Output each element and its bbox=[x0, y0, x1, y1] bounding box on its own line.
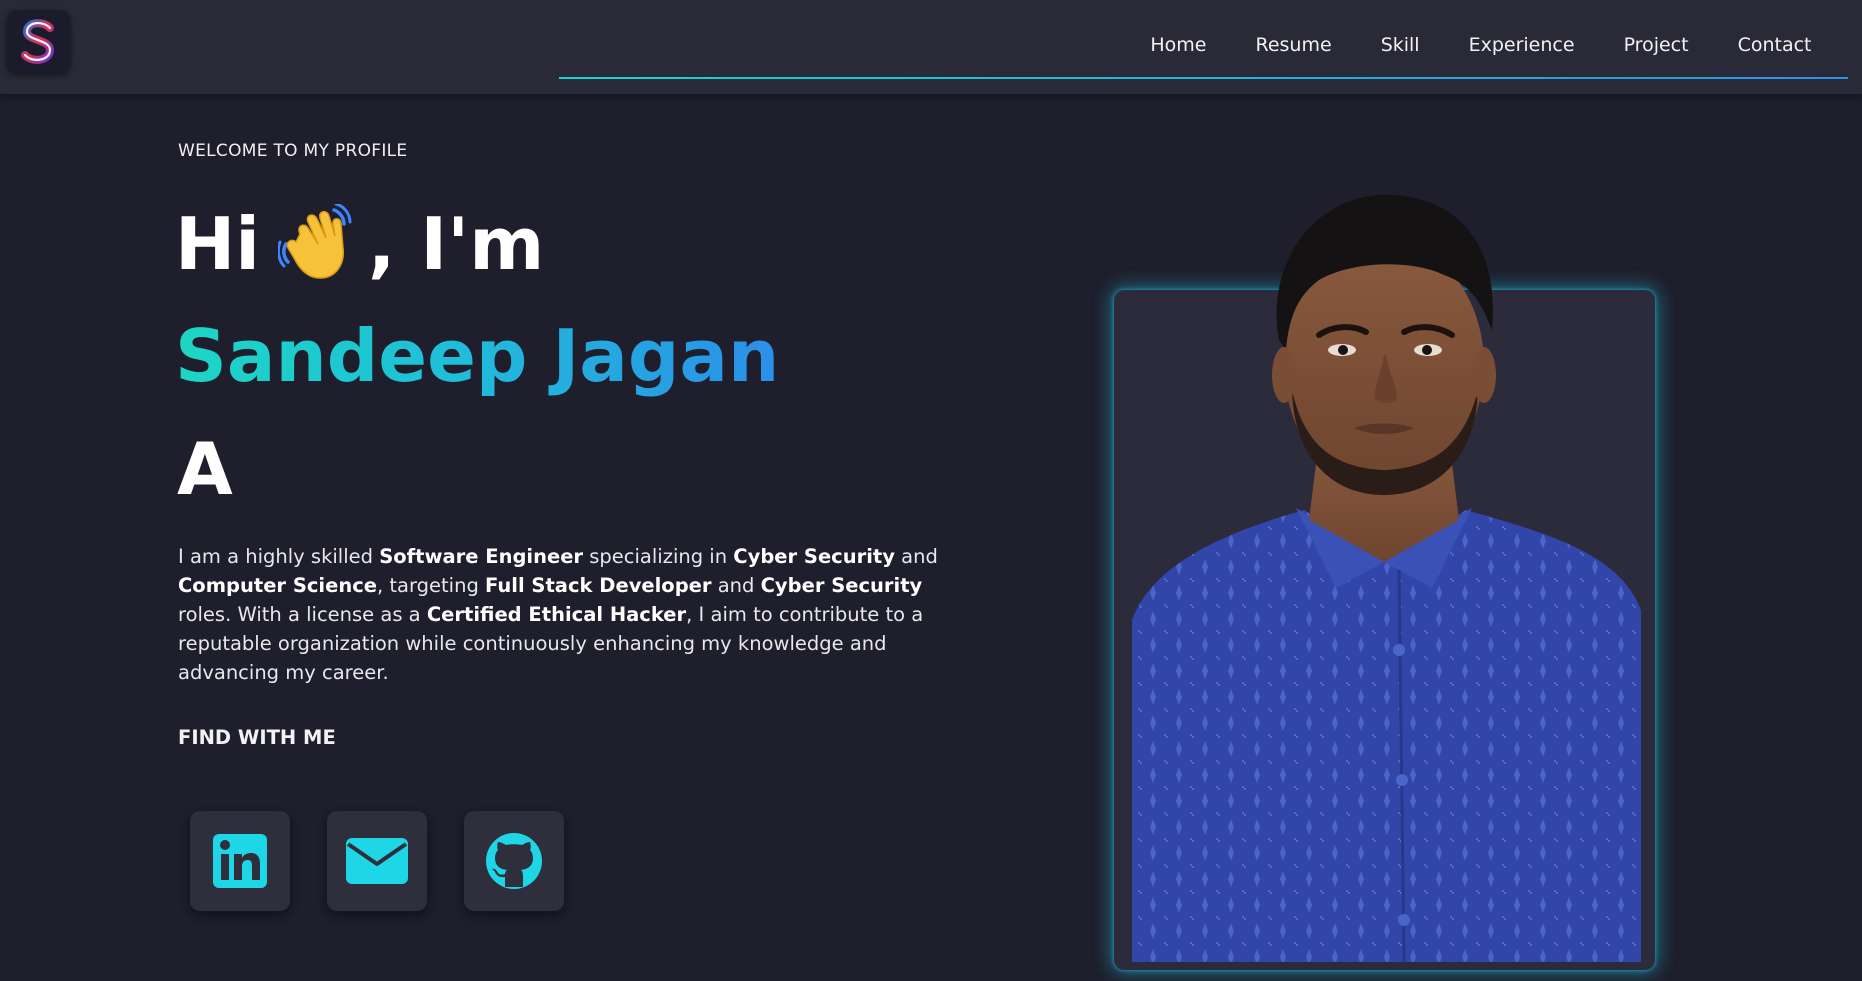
profile-portrait-image bbox=[1132, 194, 1641, 962]
nav-contact[interactable]: Contact bbox=[1713, 28, 1836, 62]
intro-paragraph: I am a highly skilled Software Engineer … bbox=[178, 542, 978, 687]
site-logo[interactable] bbox=[7, 10, 70, 73]
waving-hand-icon bbox=[277, 204, 358, 284]
logo-s-icon bbox=[20, 18, 54, 64]
intro-text: I am a highly skilled bbox=[178, 545, 380, 568]
nav-underline bbox=[559, 77, 1848, 79]
intro-highlight: Computer Science bbox=[178, 574, 377, 597]
nav-project[interactable]: Project bbox=[1599, 28, 1713, 62]
profile-name: Sandeep Jagan bbox=[175, 308, 779, 404]
intro-text: roles. With a license as a bbox=[178, 603, 427, 626]
intro-highlight: Full Stack Developer bbox=[485, 574, 712, 597]
intro-text: , targeting bbox=[377, 574, 486, 597]
nav-resume[interactable]: Resume bbox=[1231, 28, 1356, 62]
nav-skill[interactable]: Skill bbox=[1356, 28, 1444, 62]
mail-icon bbox=[346, 838, 408, 884]
social-links bbox=[190, 811, 564, 911]
intro-highlight: Software Engineer bbox=[379, 545, 584, 568]
intro-highlight: Certified Ethical Hacker bbox=[426, 603, 687, 626]
find-with-me-label: FIND WITH ME bbox=[178, 726, 336, 749]
intro-highlight: Cyber Security bbox=[733, 545, 895, 568]
github-button[interactable] bbox=[464, 811, 564, 911]
typed-role-text: A bbox=[177, 427, 233, 511]
linkedin-button[interactable] bbox=[190, 811, 290, 911]
intro-text: and bbox=[711, 574, 761, 597]
site-header: Home Resume Skill Experience Project Con… bbox=[0, 0, 1862, 94]
page: Home Resume Skill Experience Project Con… bbox=[0, 0, 1862, 981]
greeting-prefix: Hi bbox=[175, 202, 260, 286]
nav-home[interactable]: Home bbox=[1126, 28, 1231, 62]
greeting-suffix: , I'm bbox=[367, 202, 545, 286]
intro-text: and bbox=[894, 545, 938, 568]
email-button[interactable] bbox=[327, 811, 427, 911]
greeting-heading: Hi , I'm bbox=[175, 196, 544, 292]
intro-highlight: Cyber Security bbox=[760, 574, 923, 597]
github-icon bbox=[486, 833, 542, 889]
main-nav: Home Resume Skill Experience Project Con… bbox=[1126, 28, 1836, 62]
linkedin-icon bbox=[213, 834, 267, 888]
welcome-text: WELCOME TO MY PROFILE bbox=[178, 141, 408, 161]
nav-experience[interactable]: Experience bbox=[1444, 28, 1599, 62]
profile-photo bbox=[1114, 190, 1655, 962]
intro-text: specializing in bbox=[583, 545, 734, 568]
